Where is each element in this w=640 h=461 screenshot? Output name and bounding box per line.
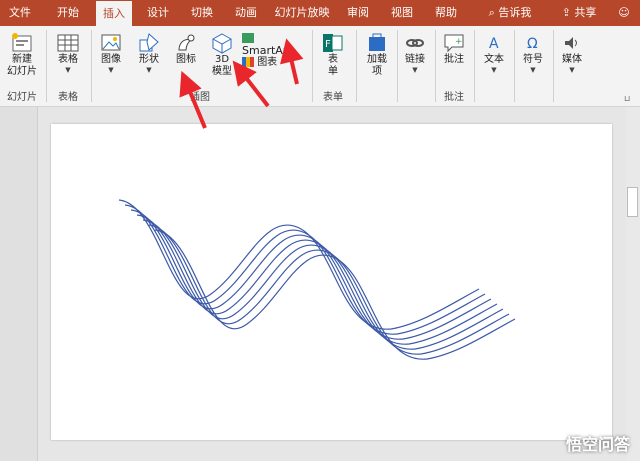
annotation-arrows <box>179 38 304 129</box>
arrow-to-smartart <box>280 38 304 85</box>
arrow-to-icons <box>179 70 207 129</box>
watermark: 悟空问答 <box>565 435 630 454</box>
arrow-to-3d <box>232 60 270 108</box>
